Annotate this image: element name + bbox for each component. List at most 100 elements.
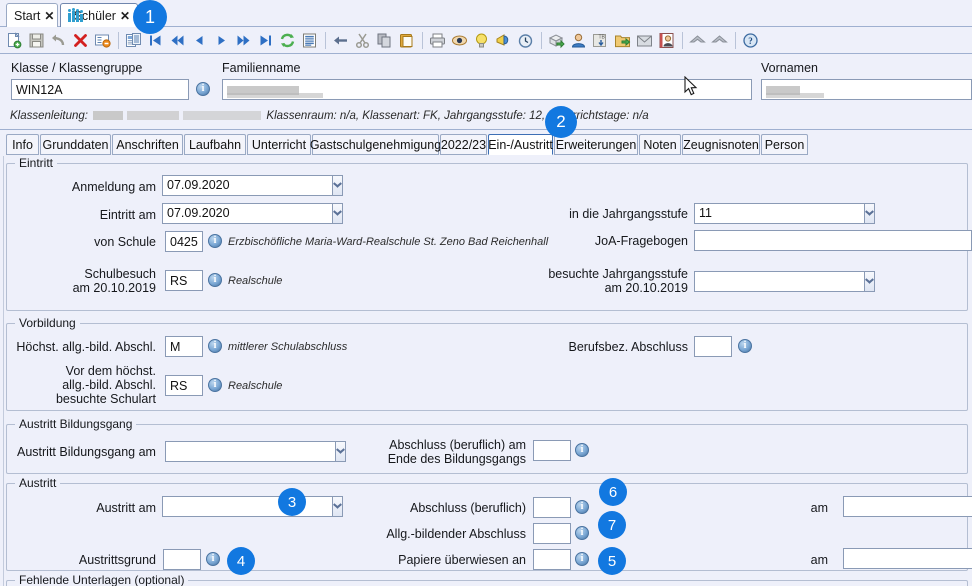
anmeldung-label: Anmeldung am: [71, 180, 156, 194]
prev-record-icon[interactable]: [189, 30, 210, 51]
close-icon[interactable]: ✕: [44, 10, 54, 22]
austritt-bildungsgang-input[interactable]: [165, 441, 335, 462]
klasse-input[interactable]: [11, 79, 189, 100]
annotation-badge-4: 4: [227, 547, 255, 575]
abschluss-beruflich-am-input[interactable]: [843, 496, 972, 517]
abschluss-beruflich-input[interactable]: [533, 497, 571, 518]
info-icon[interactable]: i: [575, 500, 589, 514]
abschluss-beruflich-am-combo[interactable]: [843, 496, 972, 517]
chevron-down-icon[interactable]: [864, 271, 875, 292]
window-tab-start[interactable]: Start ✕: [6, 3, 58, 27]
window-tab-schueler[interactable]: Schüler ✕: [60, 3, 138, 27]
info-icon[interactable]: i: [206, 552, 220, 566]
papiere-am-input[interactable]: [843, 548, 972, 569]
info-icon[interactable]: i: [208, 378, 222, 392]
folder-export-icon[interactable]: [612, 30, 633, 51]
transfer-icon[interactable]: TB: [590, 30, 611, 51]
list-view-icon[interactable]: [123, 30, 144, 51]
anmeldung-date-input[interactable]: [162, 175, 332, 196]
tab-label: Anschriften: [116, 137, 179, 152]
prev-page-icon[interactable]: [167, 30, 188, 51]
undo-icon[interactable]: [48, 30, 69, 51]
tab-2022-23[interactable]: 2022/23: [440, 134, 487, 155]
tab-label: Noten: [643, 137, 677, 152]
print-icon[interactable]: [427, 30, 448, 51]
tab-grunddaten[interactable]: Grunddaten: [40, 134, 111, 155]
jahrgangsstufe-input[interactable]: [694, 203, 864, 224]
home-icon[interactable]: [687, 30, 708, 51]
info-icon[interactable]: i: [196, 82, 210, 96]
export-icon[interactable]: [546, 30, 567, 51]
joa-fragebogen-input[interactable]: [694, 230, 972, 251]
eintritt-date-input[interactable]: [162, 203, 332, 224]
tab-gastschulgenehmigung[interactable]: Gastschulgenehmigung: [310, 134, 441, 155]
close-icon[interactable]: ✕: [120, 10, 130, 22]
jahrgangsstufe-combo[interactable]: [694, 203, 875, 224]
besuchte-jahrgangsstufe-input[interactable]: [694, 271, 864, 292]
refresh-icon[interactable]: [277, 30, 298, 51]
hoechster-abschluss-input[interactable]: [165, 336, 203, 357]
preview-icon[interactable]: [449, 30, 470, 51]
info-icon[interactable]: i: [738, 339, 752, 353]
clock-icon[interactable]: [515, 30, 536, 51]
report-icon[interactable]: [299, 30, 320, 51]
papiere-ueberwiesen-input[interactable]: [533, 549, 571, 570]
tab-laufbahn[interactable]: Laufbahn: [184, 134, 246, 155]
info-icon[interactable]: i: [575, 552, 589, 566]
austritt-am-label: Austritt am: [96, 501, 156, 515]
hint-icon[interactable]: [471, 30, 492, 51]
berufsbez-abschluss-input[interactable]: [694, 336, 732, 357]
info-icon[interactable]: i: [208, 273, 222, 287]
info-icon[interactable]: i: [575, 526, 589, 540]
tab-noten[interactable]: Noten: [639, 134, 681, 155]
group-fehlende-unterlagen: Fehlende Unterlagen (optional): [6, 573, 968, 586]
mail-icon[interactable]: [634, 30, 655, 51]
info-icon[interactable]: i: [208, 339, 222, 353]
vornamen-input[interactable]: [761, 79, 972, 100]
info-icon[interactable]: i: [575, 443, 589, 457]
paste-icon[interactable]: [396, 30, 417, 51]
von-schule-input[interactable]: [165, 231, 203, 252]
person-icon[interactable]: [568, 30, 589, 51]
next-page-icon[interactable]: [233, 30, 254, 51]
anmeldung-date-combo[interactable]: [162, 175, 343, 196]
chevron-down-icon[interactable]: [864, 203, 875, 224]
chevron-down-icon[interactable]: [332, 175, 343, 196]
chevron-down-icon[interactable]: [332, 203, 343, 224]
new-document-icon[interactable]: [4, 30, 25, 51]
copy-icon[interactable]: [374, 30, 395, 51]
tab-anschriften[interactable]: Anschriften: [112, 134, 183, 155]
cut-icon[interactable]: [352, 30, 373, 51]
detail-tab-bar: Info Grunddaten Anschriften Laufbahn Unt…: [0, 134, 972, 156]
tab-info[interactable]: Info: [6, 134, 39, 155]
austritt-am-input[interactable]: [162, 496, 332, 517]
remove-record-icon[interactable]: [92, 30, 113, 51]
familienname-input[interactable]: [222, 79, 752, 100]
info-icon[interactable]: i: [208, 234, 222, 248]
megaphone-icon[interactable]: [493, 30, 514, 51]
tab-ein-austritt[interactable]: Ein-/Austritt: [488, 134, 553, 155]
eintritt-date-combo[interactable]: [162, 203, 343, 224]
tab-person[interactable]: Person: [761, 134, 808, 155]
tab-zeugnisnoten[interactable]: Zeugnisnoten: [682, 134, 760, 155]
save-icon[interactable]: [26, 30, 47, 51]
austritt-am-combo[interactable]: [162, 496, 343, 517]
next-record-icon[interactable]: [211, 30, 232, 51]
austrittsgrund-input[interactable]: [163, 549, 201, 570]
annotation-badge-6: 6: [599, 478, 627, 506]
home2-icon[interactable]: [709, 30, 730, 51]
tab-unterricht[interactable]: Unterricht: [247, 134, 311, 155]
back-arrow-icon[interactable]: [330, 30, 351, 51]
allg-bildender-abschluss-input[interactable]: [533, 523, 571, 544]
last-record-icon[interactable]: [255, 30, 276, 51]
abschluss-bildungsgang-input[interactable]: [533, 440, 571, 461]
tab-erweiterungen[interactable]: Erweiterungen: [554, 134, 638, 155]
papiere-am-combo[interactable]: [843, 548, 972, 569]
besuchte-jahrgangsstufe-combo[interactable]: [694, 271, 875, 292]
delete-icon[interactable]: [70, 30, 91, 51]
schulbesuch-input[interactable]: [165, 270, 203, 291]
austritt-bildungsgang-combo[interactable]: [165, 441, 346, 462]
help-icon[interactable]: ?: [740, 30, 761, 51]
vor-dem-hoechst-input[interactable]: [165, 375, 203, 396]
photo-person-icon[interactable]: [656, 30, 677, 51]
